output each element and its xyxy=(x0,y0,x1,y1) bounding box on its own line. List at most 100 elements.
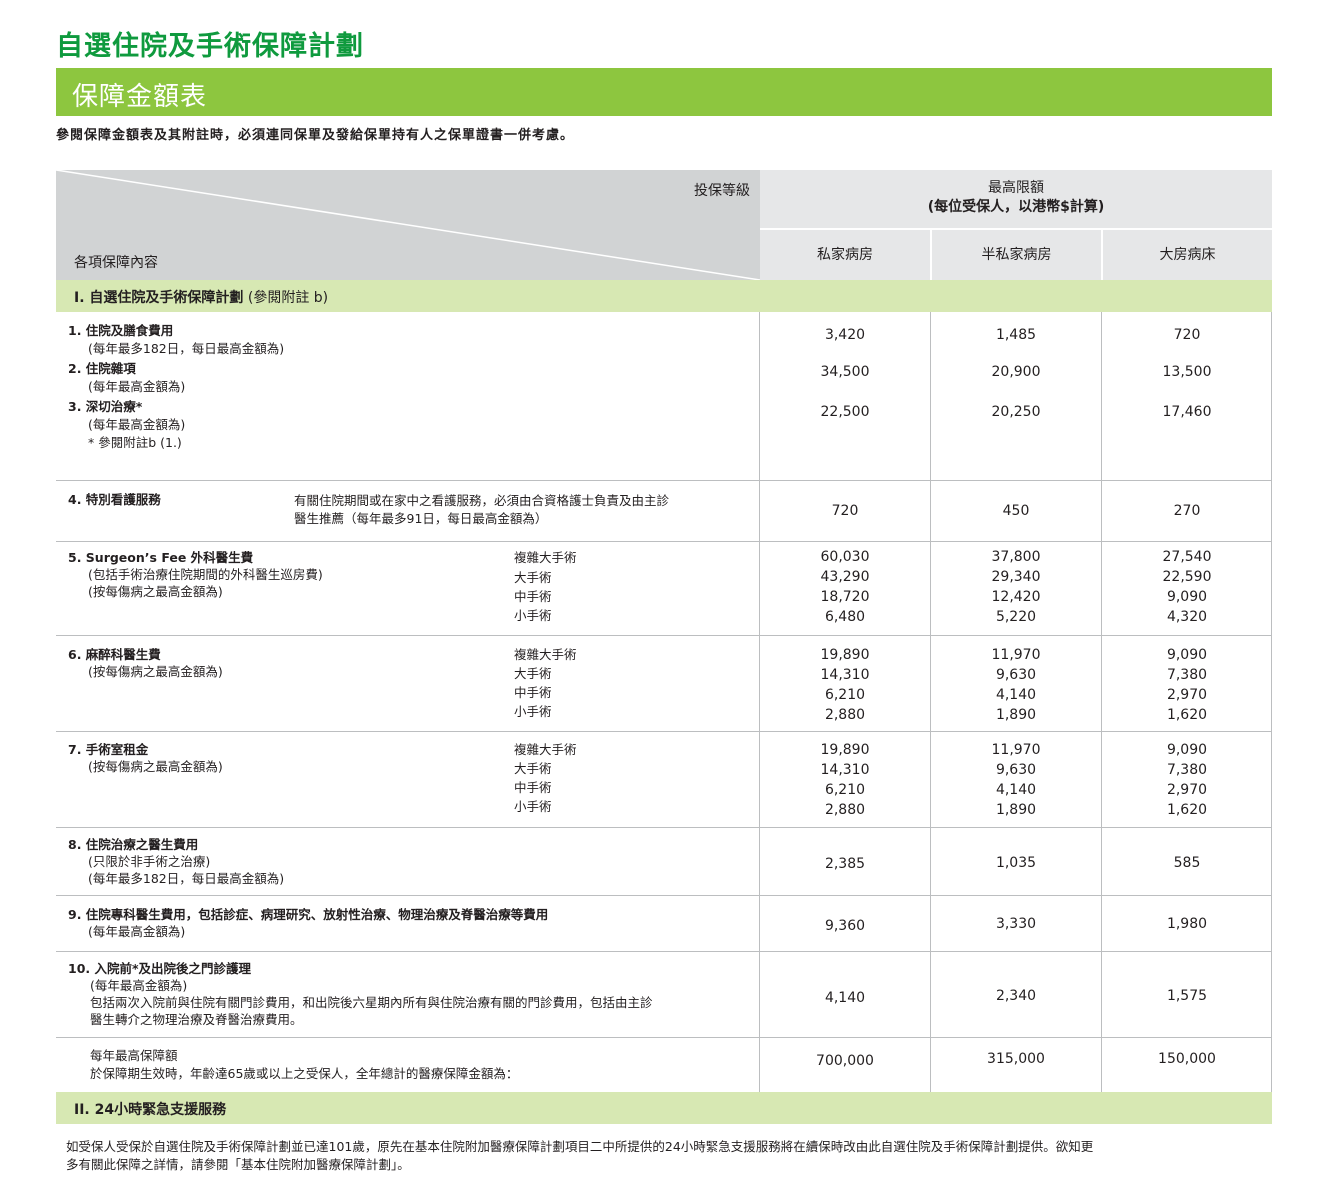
section-1-note: (參閱附註 b) xyxy=(247,290,329,306)
intro-text: 參閱保障金額表及其附註時，必須連同保單及發給保單持有人之保單證書一併考慮。 xyxy=(56,128,575,143)
value-cell: 5,220 xyxy=(995,609,1037,625)
value-cell: 4,140 xyxy=(995,782,1037,798)
value-cell: 150,000 xyxy=(1158,1051,1216,1067)
value-cell: 37,800 xyxy=(991,549,1041,565)
item-8-title: 8. 住院治療之醫生費用 xyxy=(68,837,199,852)
column-header-semi-private: 半私家病房 xyxy=(931,228,1101,280)
items-label: 各項保障內容 xyxy=(74,255,158,271)
item-4-desc-2: 醫生推薦（每年最多91日，每日最高金額為） xyxy=(294,511,548,526)
item-2-title: 2. 住院雜項 xyxy=(68,361,136,376)
value-cell: 11,970 xyxy=(991,647,1041,663)
value-cell: 450 xyxy=(1002,503,1030,519)
value-cell: 4,140 xyxy=(995,687,1037,703)
item-10-sub-2: 包括兩次入院前與住院有關門診費用，和出院後六星期內所有與住院治療有關的門診費用，… xyxy=(90,995,653,1010)
value-cell: 43,290 xyxy=(820,569,870,585)
item-9-sub-1: (每年最高金額為) xyxy=(88,924,186,939)
surgery-type: 中手術 xyxy=(514,780,552,795)
value-cell: 9,090 xyxy=(1166,589,1208,605)
surgery-type: 中手術 xyxy=(514,685,552,700)
value-cell: 19,890 xyxy=(820,647,870,663)
value-cell: 12,420 xyxy=(991,589,1041,605)
section-1-label: I. 自選住院及手術保障計劃 xyxy=(74,290,244,306)
max-limit-title: 最高限額 xyxy=(988,180,1044,196)
value-cell: 6,210 xyxy=(824,782,866,798)
table-row: 每年最高保障額 於保障期生效時，年齡達65歲或以上之受保人，全年總計的醫療保障金… xyxy=(56,1038,1272,1092)
item-7-title: 7. 手術室租金 xyxy=(68,742,149,757)
section-2-label: II. 24小時緊急支援服務 xyxy=(74,1102,227,1118)
value-cell: 1,485 xyxy=(995,327,1037,343)
value-cell: 14,310 xyxy=(820,762,870,778)
table-row: 8. 住院治療之醫生費用 (只限於非手術之治療) (每年最多182日，每日最高金… xyxy=(56,828,1272,896)
value-cell: 315,000 xyxy=(987,1051,1045,1067)
item-3-title: 3. 深切治療* xyxy=(68,399,143,414)
section-2-bar: II. 24小時緊急支援服務 xyxy=(56,1092,1272,1124)
column-header-ward: 大房病床 xyxy=(1102,228,1272,280)
max-limit-header: 最高限額 (每位受保人，以港幣$計算) xyxy=(760,170,1272,228)
surgery-type: 大手術 xyxy=(514,666,552,681)
table-row: 10. 入院前*及出院後之門診護理 (每年最高金額為) 包括兩次入院前與住院有關… xyxy=(56,952,1272,1038)
item-10-sub-1: (每年最高金額為) xyxy=(90,978,188,993)
surgery-type: 大手術 xyxy=(514,761,552,776)
value-cell: 2,340 xyxy=(995,988,1037,1004)
header-diagonal-cell: 投保等級 各項保障內容 xyxy=(56,170,760,280)
value-cell: 9,630 xyxy=(995,667,1037,683)
value-cell: 1,890 xyxy=(995,707,1037,723)
value-cell: 700,000 xyxy=(816,1053,874,1069)
value-cell: 9,360 xyxy=(824,918,866,934)
value-cell: 1,575 xyxy=(1166,988,1208,1004)
item-6-sub-1: (按每傷病之最高金額為) xyxy=(88,664,223,679)
value-cell: 18,720 xyxy=(820,589,870,605)
value-cell: 22,590 xyxy=(1162,569,1212,585)
item-2-sub: (每年最高金額為) xyxy=(88,379,186,394)
annual-max-desc: 於保障期生效時，年齡達65歲或以上之受保人，全年總計的醫療保障金額為： xyxy=(90,1066,519,1081)
value-cell: 9,090 xyxy=(1166,742,1208,758)
surgery-type: 小手術 xyxy=(514,799,552,814)
item-8-sub-1: (只限於非手術之治療) xyxy=(88,854,211,869)
value-cell: 1,620 xyxy=(1166,802,1208,818)
value-cell: 11,970 xyxy=(991,742,1041,758)
item-3-sub: (每年最高金額為) xyxy=(88,417,186,432)
value-cell: 13,500 xyxy=(1162,364,1212,380)
value-cell: 720 xyxy=(831,503,859,519)
table-row: 9. 住院專科醫生費用，包括診症、病理研究、放射性治療、物理治療及脊醫治療等費用… xyxy=(56,896,1272,952)
item-4-title: 4. 特別看護服務 xyxy=(68,492,161,507)
value-cell: 22,500 xyxy=(820,404,870,420)
item-4-desc-1: 有關住院期間或在家中之看護服務，必須由合資格護士負責及由主診 xyxy=(294,493,670,508)
item-10-title: 10. 入院前*及出院後之門診護理 xyxy=(68,961,252,976)
surgery-type: 複雜大手術 xyxy=(514,647,577,662)
table-row: 7. 手術室租金 (按每傷病之最高金額為) 複雜大手術 大手術 中手術 小手術 … xyxy=(56,732,1272,828)
surgery-type: 中手術 xyxy=(514,589,552,604)
value-cell: 2,970 xyxy=(1166,687,1208,703)
item-7-sub-1: (按每傷病之最高金額為) xyxy=(88,759,223,774)
item-5-title: 5. Surgeon’s Fee 外科醫生費 xyxy=(68,550,254,565)
surgery-type: 複雜大手術 xyxy=(514,550,577,565)
banner: 保障金額表 xyxy=(56,68,1272,116)
value-cell: 17,460 xyxy=(1162,404,1212,420)
value-cell: 4,140 xyxy=(824,990,866,1006)
value-cell: 29,340 xyxy=(991,569,1041,585)
surgery-type: 大手術 xyxy=(514,570,552,585)
value-cell: 2,880 xyxy=(824,802,866,818)
footnote-line-2: 多有關此保障之詳情，請參閱「基本住院附加醫療保障計劃」。 xyxy=(66,1157,410,1172)
value-cell: 34,500 xyxy=(820,364,870,380)
value-cell: 20,900 xyxy=(991,364,1041,380)
document-title: 自選住院及手術保障計劃 xyxy=(56,31,364,62)
surgery-type: 小手術 xyxy=(514,704,552,719)
surgery-type: 小手術 xyxy=(514,608,552,623)
value-cell: 7,380 xyxy=(1166,762,1208,778)
value-cell: 9,090 xyxy=(1166,647,1208,663)
item-10-sub-3: 醫生轉介之物理治療及脊醫治療費用。 xyxy=(90,1012,303,1027)
item-1-title: 1. 住院及膳食費用 xyxy=(68,323,174,338)
banner-title: 保障金額表 xyxy=(72,82,208,112)
table-row: 1. 住院及膳食費用 (每年最多182日，每日最高金額為) 2. 住院雜項 (每… xyxy=(56,312,1272,481)
value-cell: 27,540 xyxy=(1162,549,1212,565)
table-row: 4. 特別看護服務 有關住院期間或在家中之看護服務，必須由合資格護士負責及由主診… xyxy=(56,481,1272,542)
value-cell: 2,385 xyxy=(824,856,866,872)
value-cell: 1,980 xyxy=(1166,916,1208,932)
value-cell: 6,480 xyxy=(824,609,866,625)
item-5-sub-2: (按每傷病之最高金額為) xyxy=(88,584,223,599)
value-cell: 19,890 xyxy=(820,742,870,758)
footnote: 如受保人受保於自選住院及手術保障計劃並已達101歲，原先在基本住院附加醫療保障計… xyxy=(66,1138,1266,1174)
item-8-sub-2: (每年最多182日，每日最高金額為) xyxy=(88,871,285,886)
item-5-sub-1: (包括手術治療住院期間的外科醫生巡房費) xyxy=(88,567,323,582)
